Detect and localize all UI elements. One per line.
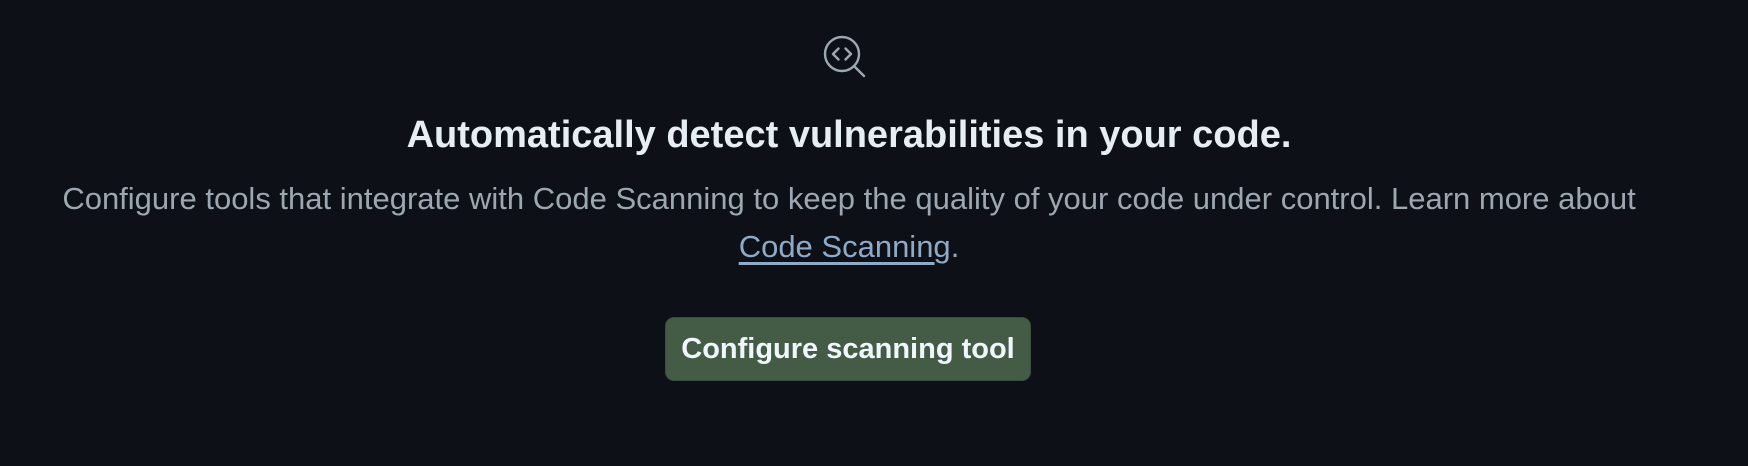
description-period: . xyxy=(950,229,960,264)
code-scan-icon xyxy=(822,34,870,82)
code-scanning-link[interactable]: Code Scanning xyxy=(739,229,951,264)
blankslate-heading: Automatically detect vulnerabilities in … xyxy=(406,114,1292,156)
description-text: Configure tools that integrate with Code… xyxy=(62,181,1636,216)
configure-scanning-tool-button[interactable]: Configure scanning tool xyxy=(665,317,1031,381)
code-scanning-blankslate: Automatically detect vulnerabilities in … xyxy=(0,0,1748,466)
blankslate-description: Configure tools that integrate with Code… xyxy=(0,175,1698,271)
